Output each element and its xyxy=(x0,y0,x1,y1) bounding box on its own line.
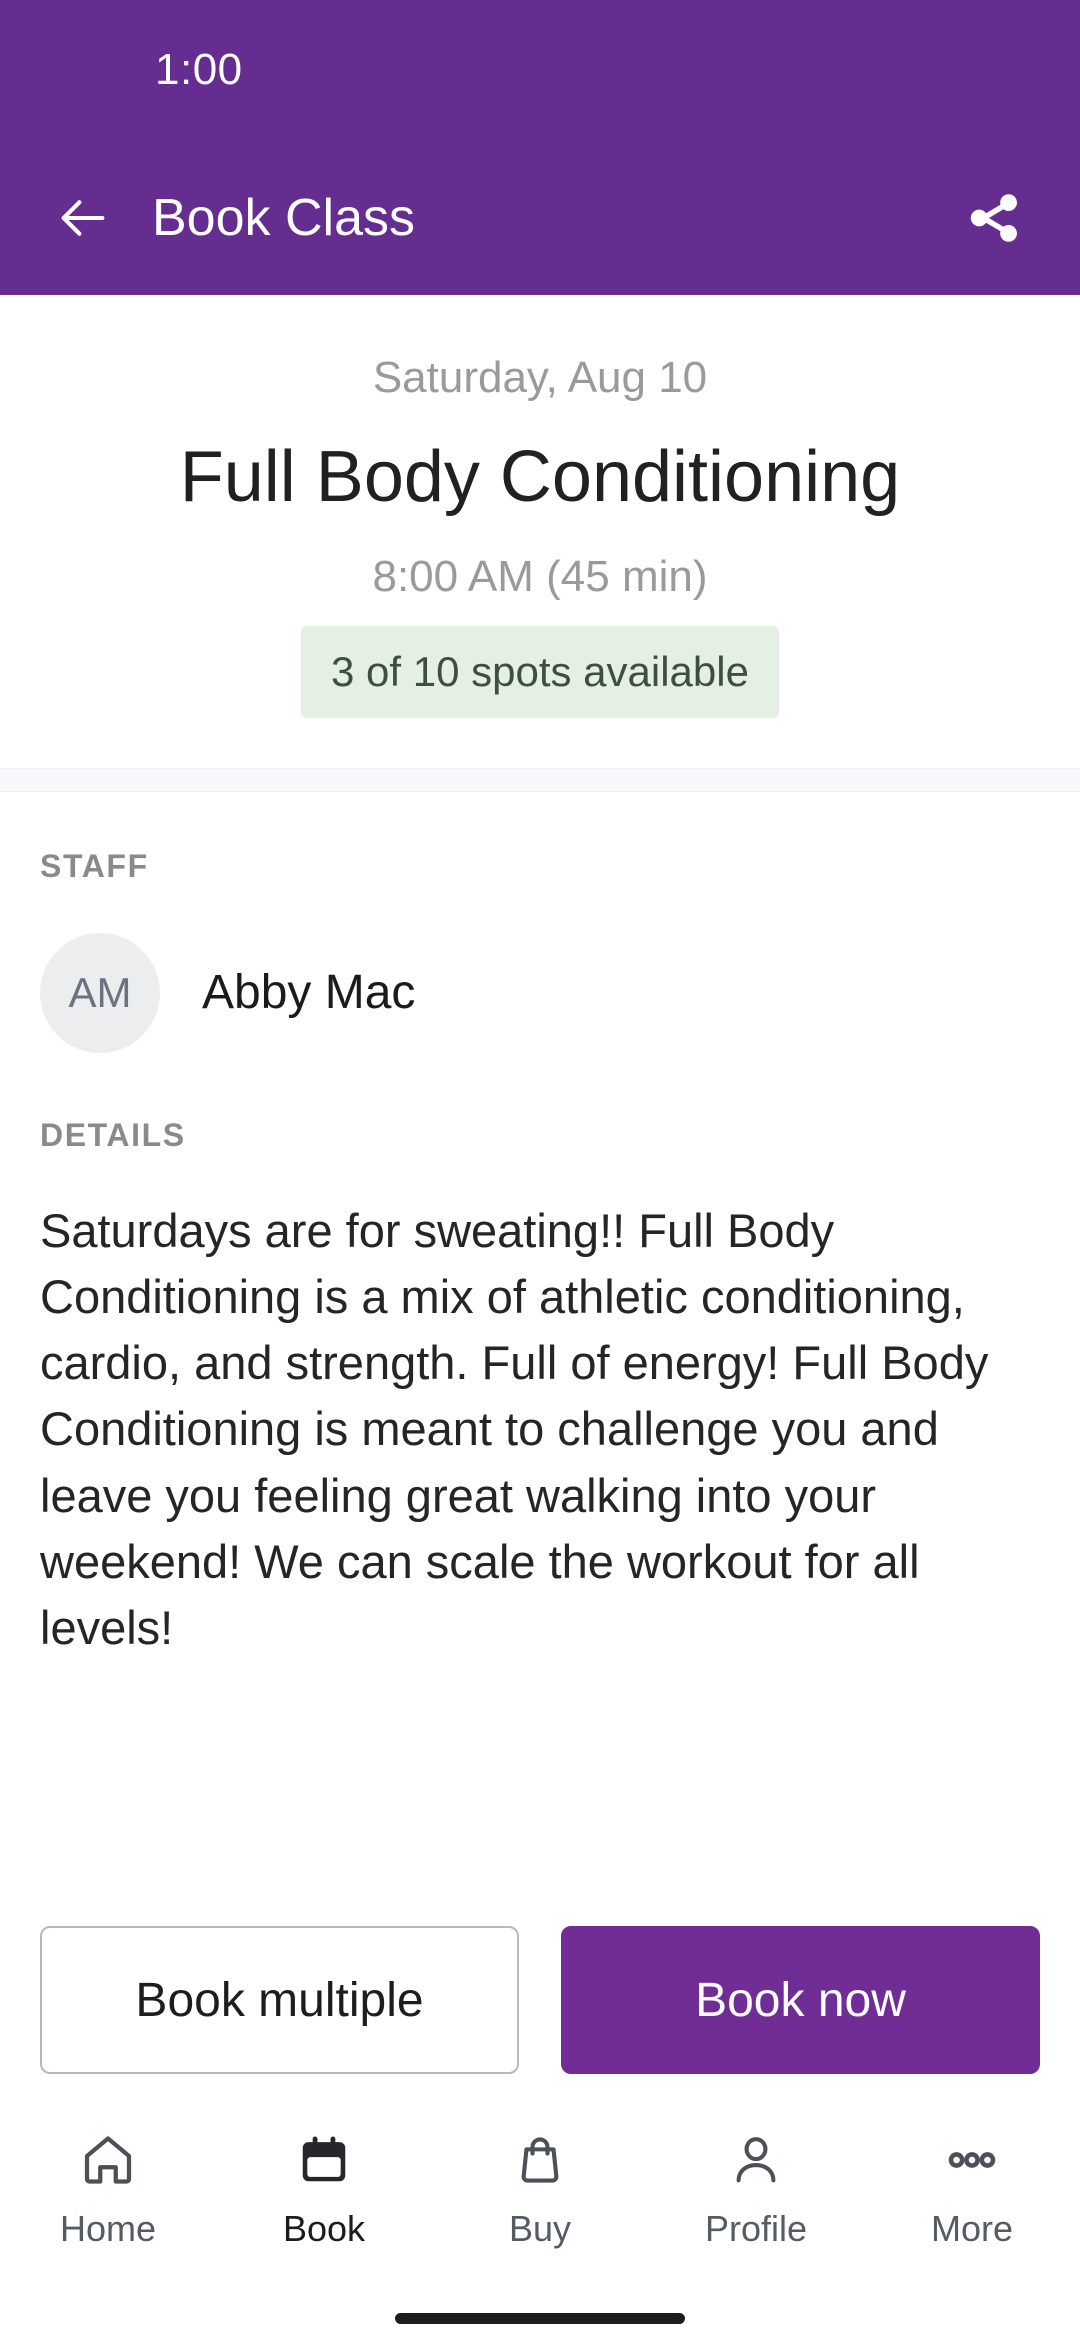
nav-item-buy[interactable]: Buy xyxy=(432,2122,648,2250)
avatar: AM xyxy=(40,932,160,1053)
shopping-bag-icon xyxy=(511,2122,569,2198)
action-button-bar: Book multiple Book now xyxy=(0,1926,1080,2074)
staff-section-label: STAFF xyxy=(40,847,149,884)
share-button[interactable] xyxy=(954,178,1034,258)
class-hero: Saturday, Aug 10 Full Body Conditioning … xyxy=(0,295,1080,768)
status-bar: 1:00 xyxy=(0,0,1080,140)
book-multiple-button[interactable]: Book multiple xyxy=(40,1926,519,2074)
home-indicator-area xyxy=(0,2296,1080,2340)
nav-label-buy: Buy xyxy=(508,2208,572,2249)
class-time-duration: 8:00 AM (45 min) xyxy=(372,551,708,601)
staff-list-item[interactable]: AM Abby Mac xyxy=(40,932,1040,1053)
class-title: Full Body Conditioning xyxy=(179,437,901,517)
staff-name: Abby Mac xyxy=(202,966,416,1020)
person-icon xyxy=(727,2122,785,2198)
arrow-left-icon xyxy=(61,199,105,236)
class-description: Saturdays are for sweating!! Full Body C… xyxy=(40,1203,989,1655)
nav-label-more: More xyxy=(930,2208,1014,2249)
app-bar: Book Class xyxy=(0,140,1080,295)
calendar-icon xyxy=(295,2122,353,2198)
home-indicator[interactable] xyxy=(395,2312,685,2324)
share-icon xyxy=(970,193,1017,242)
status-bar-clock: 1:00 xyxy=(155,45,243,94)
nav-item-more[interactable]: More xyxy=(864,2122,1080,2250)
nav-label-profile: Profile xyxy=(704,2208,808,2249)
nav-label-home: Home xyxy=(59,2208,157,2249)
nav-item-book[interactable]: Book xyxy=(216,2122,432,2250)
nav-label-book: Book xyxy=(282,2208,366,2249)
class-details-content: STAFF AM Abby Mac DETAILS Saturdays are … xyxy=(0,792,1080,1926)
class-date: Saturday, Aug 10 xyxy=(372,353,708,402)
nav-item-home[interactable]: Home xyxy=(0,2122,216,2250)
home-icon xyxy=(78,2122,138,2198)
page-title: Book Class xyxy=(152,188,415,247)
nav-item-profile[interactable]: Profile xyxy=(648,2122,864,2250)
spots-available-badge: 3 of 10 spots available xyxy=(301,625,779,718)
book-class-screen: 1:00 Book Class Saturday, Aug 10 Full Bo… xyxy=(0,0,1080,2340)
ellipsis-icon xyxy=(943,2122,1001,2198)
bottom-navigation: Home Book Buy Profile More xyxy=(0,2108,1080,2296)
details-section-label: DETAILS xyxy=(40,1116,186,1153)
book-now-button[interactable]: Book now xyxy=(561,1926,1040,2074)
section-divider xyxy=(0,767,1080,792)
back-button[interactable] xyxy=(48,183,118,253)
